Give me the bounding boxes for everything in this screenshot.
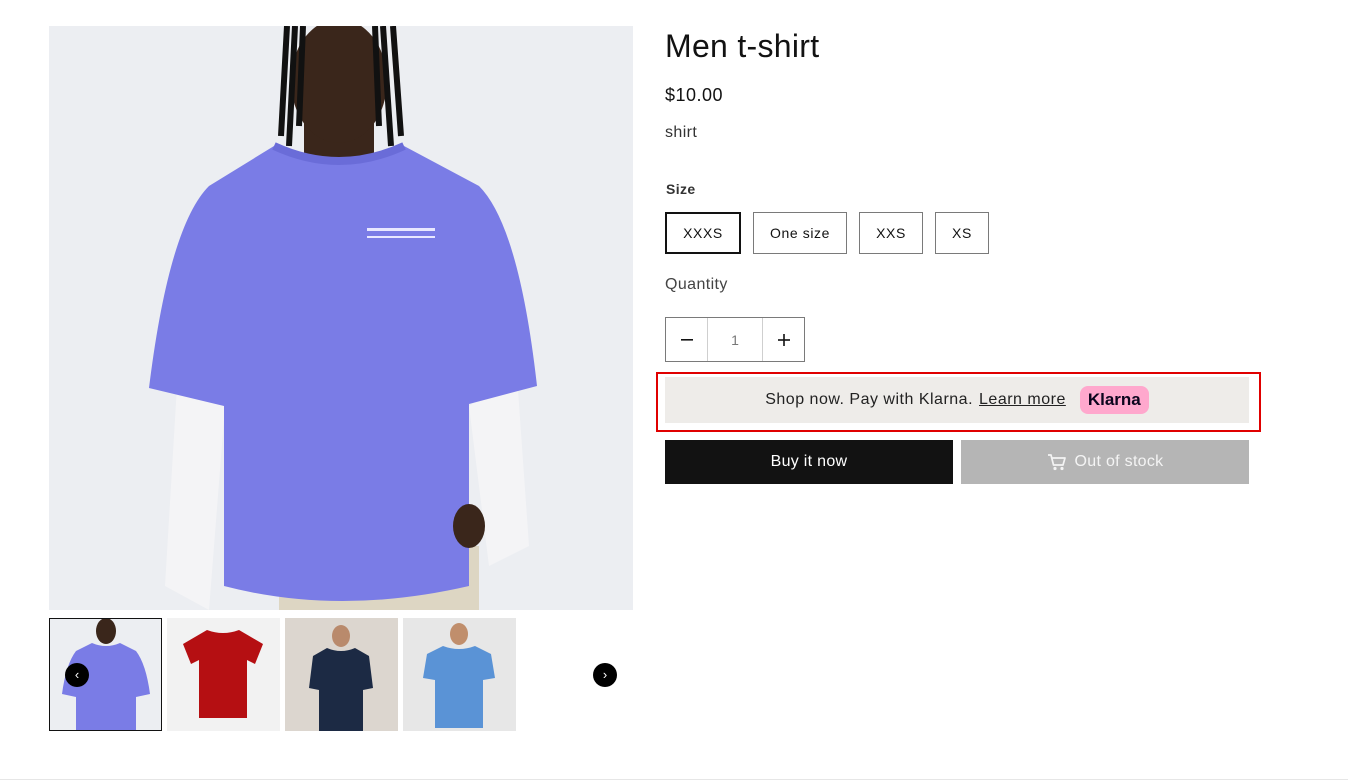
- product-price: $10.00: [665, 85, 724, 105]
- klarna-message: Shop now. Pay with Klarna.: [765, 391, 974, 408]
- size-option-one-size[interactable]: One size: [753, 212, 847, 254]
- out-of-stock-button: Out of stock: [961, 440, 1249, 484]
- out-of-stock-label: Out of stock: [1074, 453, 1164, 470]
- decrease-quantity-button[interactable]: [666, 318, 707, 361]
- previous-thumbnail-button[interactable]: ‹: [65, 663, 89, 687]
- cart-icon: [1047, 454, 1066, 471]
- product-main-image[interactable]: [49, 26, 633, 610]
- thumbnail-navy-tshirt[interactable]: [285, 618, 398, 731]
- product-description: shirt: [665, 124, 698, 141]
- increase-quantity-button[interactable]: [763, 318, 804, 361]
- size-option-xxs[interactable]: XXS: [859, 212, 923, 254]
- minus-icon: [680, 338, 693, 341]
- quantity-input[interactable]: [707, 318, 763, 361]
- size-option-xs[interactable]: XS: [935, 212, 989, 254]
- next-thumbnail-button[interactable]: ›: [593, 663, 617, 687]
- size-option-xxxs[interactable]: XXXS: [665, 212, 741, 254]
- klarna-learn-more-link[interactable]: Learn more: [979, 391, 1066, 409]
- chevron-left-icon: ‹: [74, 667, 80, 682]
- chevron-right-icon: ›: [602, 667, 608, 682]
- tshirt-photo: [49, 26, 633, 610]
- thumbnail-red-tshirt[interactable]: [167, 618, 280, 731]
- thumbnail-blue-tshirt[interactable]: [403, 618, 516, 731]
- page-divider: [0, 779, 1348, 780]
- product-title: Men t-shirt: [665, 28, 820, 64]
- quantity-stepper: [665, 317, 805, 362]
- thumbnail-strip: ‹ ›: [49, 618, 629, 731]
- buy-it-now-button[interactable]: Buy it now: [665, 440, 953, 484]
- quantity-label: Quantity: [665, 276, 728, 293]
- plus-icon: [777, 333, 790, 346]
- size-label: Size: [666, 181, 696, 197]
- klarna-logo: Klarna: [1079, 386, 1149, 414]
- klarna-banner: Shop now. Pay with Klarna. Learn more Kl…: [665, 377, 1249, 423]
